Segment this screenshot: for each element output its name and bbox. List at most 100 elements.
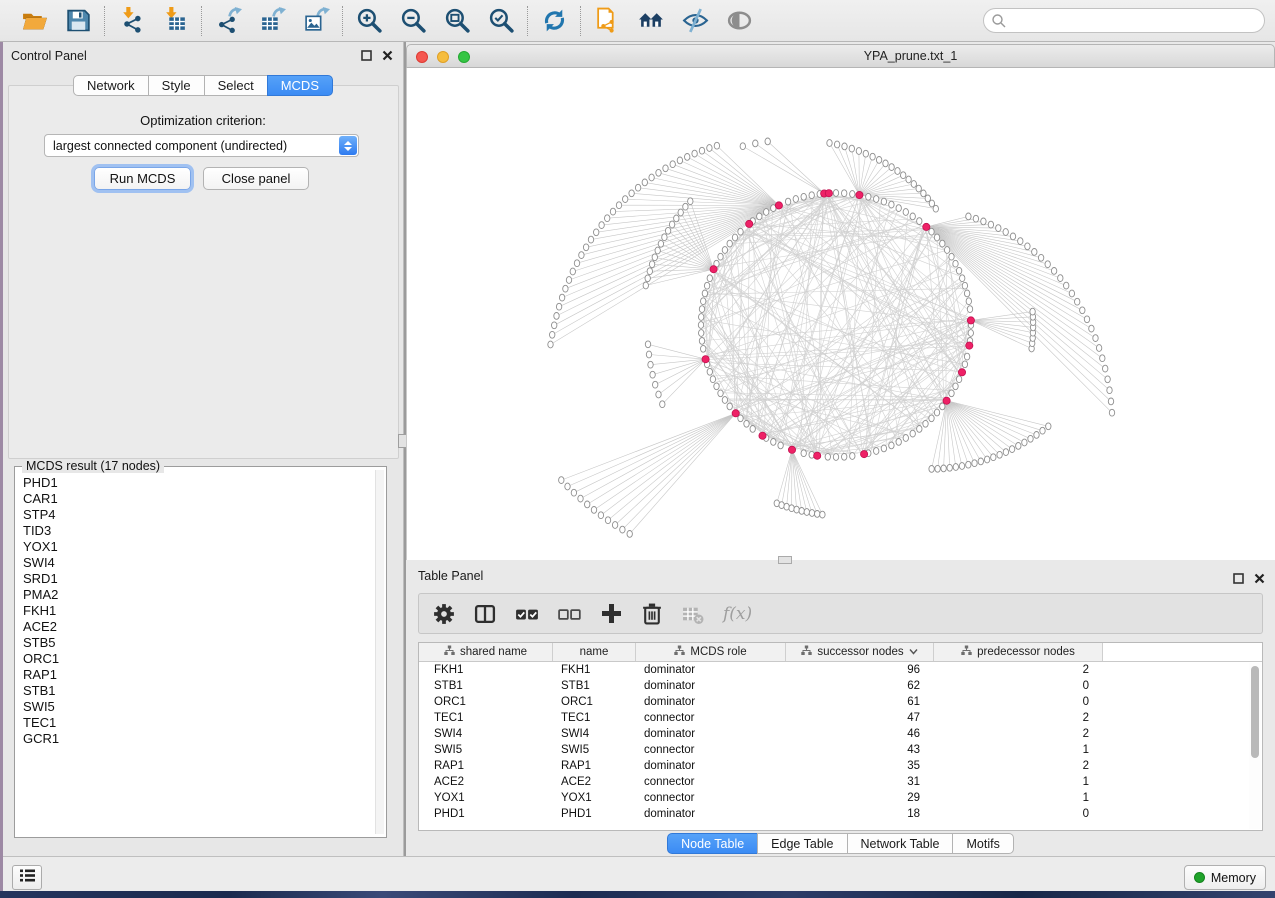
table-row[interactable]: ORC1ORC1dominator610 (419, 694, 1262, 710)
refresh-layout-icon[interactable] (539, 6, 569, 36)
table-cell: dominator (636, 758, 786, 774)
mcds-result-item[interactable]: SWI5 (23, 699, 374, 715)
node-table: shared namenameMCDS rolesuccessor nodesp… (418, 642, 1263, 831)
open-file-icon[interactable] (19, 6, 49, 36)
network-canvas[interactable] (406, 68, 1275, 560)
tab-node-table[interactable]: Node Table (667, 833, 758, 854)
zoom-fit-icon[interactable] (442, 6, 472, 36)
table-cell: PHD1 (419, 806, 553, 822)
mcds-result-item[interactable]: PHD1 (23, 475, 374, 491)
task-history-button[interactable] (12, 865, 42, 890)
column-header-shared-name[interactable]: shared name (419, 643, 553, 661)
mcds-result-item[interactable]: ORC1 (23, 651, 374, 667)
memory-label: Memory (1211, 871, 1256, 885)
table-cell: 35 (786, 758, 934, 774)
tab-select[interactable]: Select (204, 75, 268, 96)
table-cell: 0 (934, 694, 1103, 710)
first-neighbors-icon[interactable] (636, 6, 666, 36)
table-row[interactable]: SWI5SWI5connector431 (419, 742, 1262, 758)
node-table-body: FKH1FKH1dominator962STB1STB1dominator620… (419, 662, 1262, 822)
close-table-panel-icon[interactable] (1254, 573, 1265, 584)
mcds-result-item[interactable]: STB1 (23, 683, 374, 699)
delete-column-icon[interactable] (641, 602, 663, 626)
mcds-result-item[interactable]: RAP1 (23, 667, 374, 683)
network-from-file-icon[interactable] (592, 6, 622, 36)
table-row[interactable]: PHD1PHD1dominator180 (419, 806, 1262, 822)
table-row[interactable]: FKH1FKH1dominator962 (419, 662, 1262, 678)
import-table-icon[interactable] (160, 6, 190, 36)
import-network-icon[interactable] (116, 6, 146, 36)
mcds-result-item[interactable]: ACE2 (23, 619, 374, 635)
table-cell: 0 (934, 806, 1103, 822)
table-row[interactable]: TEC1TEC1connector472 (419, 710, 1262, 726)
memory-button[interactable]: Memory (1184, 865, 1266, 890)
tab-mcds[interactable]: MCDS (267, 75, 333, 96)
table-cell: 46 (786, 726, 934, 742)
table-cell: RAP1 (419, 758, 553, 774)
show-all-icon[interactable] (724, 6, 754, 36)
column-header-name[interactable]: name (553, 643, 636, 661)
network-window-titlebar[interactable]: YPA_prune.txt_1 (406, 44, 1275, 68)
run-mcds-button[interactable]: Run MCDS (94, 167, 191, 190)
mcds-result-item[interactable]: GCR1 (23, 731, 374, 747)
mcds-result-item[interactable]: TID3 (23, 523, 374, 539)
mcds-result-item[interactable]: STB5 (23, 635, 374, 651)
table-cell: connector (636, 774, 786, 790)
table-scrollbar-thumb[interactable] (1251, 666, 1259, 758)
tab-network-table[interactable]: Network Table (847, 833, 954, 854)
mcds-result-item[interactable]: SRD1 (23, 571, 374, 587)
table-row[interactable]: SWI4SWI4dominator462 (419, 726, 1262, 742)
float-panel-icon[interactable] (361, 50, 372, 61)
table-cell: PHD1 (553, 806, 636, 822)
column-header-successor-nodes[interactable]: successor nodes (786, 643, 934, 661)
mcds-result-item[interactable]: FKH1 (23, 603, 374, 619)
zoom-out-icon[interactable] (398, 6, 428, 36)
table-cell: 96 (786, 662, 934, 678)
select-all-icon[interactable] (515, 602, 539, 626)
add-column-icon[interactable] (601, 602, 622, 626)
table-cell: SWI4 (553, 726, 636, 742)
horizontal-splitter-handle[interactable] (778, 556, 792, 564)
tab-edge-table[interactable]: Edge Table (757, 833, 847, 854)
close-panel-button[interactable]: Close panel (203, 167, 309, 190)
table-cell: 1 (934, 774, 1103, 790)
float-table-panel-icon[interactable] (1233, 573, 1244, 584)
split-panel-icon[interactable] (474, 602, 496, 626)
export-image-icon[interactable] (301, 6, 331, 36)
tab-motifs[interactable]: Motifs (952, 833, 1013, 854)
mcds-result-item[interactable]: PMA2 (23, 587, 374, 603)
table-cell: STB1 (419, 678, 553, 694)
table-row[interactable]: ACE2ACE2connector311 (419, 774, 1262, 790)
hide-selected-icon[interactable] (680, 6, 710, 36)
optimization-criterion-select[interactable]: largest connected component (undirected) (44, 134, 359, 157)
export-table-icon[interactable] (257, 6, 287, 36)
mcds-result-item[interactable]: CAR1 (23, 491, 374, 507)
close-panel-icon[interactable] (382, 50, 393, 61)
mcds-result-item[interactable]: SWI4 (23, 555, 374, 571)
table-cell: dominator (636, 726, 786, 742)
tab-style[interactable]: Style (148, 75, 205, 96)
search-input[interactable] (983, 8, 1265, 33)
table-row[interactable]: STB1STB1dominator620 (419, 678, 1262, 694)
table-row[interactable]: YOX1YOX1connector291 (419, 790, 1262, 806)
column-header-MCDS-role[interactable]: MCDS role (636, 643, 786, 661)
table-row[interactable]: RAP1RAP1dominator352 (419, 758, 1262, 774)
mcds-result-scrollbar[interactable] (375, 470, 384, 834)
zoom-selected-icon[interactable] (486, 6, 516, 36)
mcds-result-item[interactable]: TEC1 (23, 715, 374, 731)
mcds-result-item[interactable]: YOX1 (23, 539, 374, 555)
table-cell: TEC1 (553, 710, 636, 726)
tab-network[interactable]: Network (73, 75, 149, 96)
save-session-icon[interactable] (63, 6, 93, 36)
mcds-result-item[interactable]: STP4 (23, 507, 374, 523)
export-network-icon[interactable] (213, 6, 243, 36)
zoom-in-icon[interactable] (354, 6, 384, 36)
unselect-all-icon[interactable] (558, 602, 582, 626)
network-window-title: YPA_prune.txt_1 (407, 49, 1274, 63)
column-type-icon (674, 645, 685, 659)
table-scrollbar[interactable] (1249, 663, 1261, 829)
table-cell: FKH1 (553, 662, 636, 678)
table-cell: SWI4 (419, 726, 553, 742)
column-header-predecessor-nodes[interactable]: predecessor nodes (934, 643, 1103, 661)
settings-icon[interactable] (433, 602, 455, 626)
